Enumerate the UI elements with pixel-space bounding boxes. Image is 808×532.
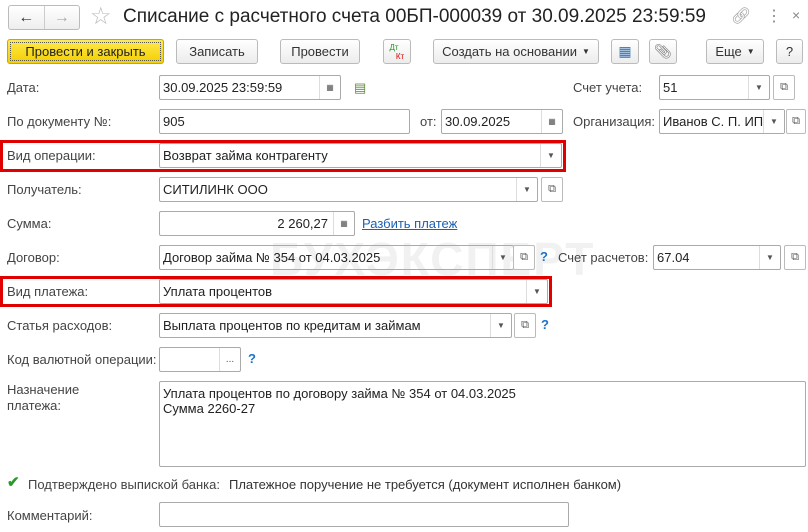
chevron-down-icon[interactable]: ▼ bbox=[526, 280, 547, 303]
org-value: Иванов С. П. ИП bbox=[663, 114, 764, 129]
calendar-icon[interactable]: ▦ bbox=[319, 76, 340, 99]
select-button[interactable]: ... bbox=[219, 348, 240, 371]
confirmed-text: Платежное поручение не требуется (докуме… bbox=[229, 477, 622, 492]
dt-kt-button[interactable]: Дт Кт bbox=[383, 39, 411, 64]
recipient-field[interactable]: СИТИЛИНК ООО ▼ bbox=[159, 177, 538, 202]
sum-value: 2 260,27 bbox=[277, 216, 328, 231]
expense-label: Статья расходов: bbox=[7, 318, 113, 333]
chevron-down-icon: ▼ bbox=[581, 47, 590, 56]
expense-field[interactable]: Выплата процентов по кредитам и займам ▼ bbox=[159, 313, 512, 338]
date-label: Дата: bbox=[7, 80, 40, 95]
recipient-value: СИТИЛИНК ООО bbox=[163, 182, 268, 197]
open-icon[interactable]: ⧉ bbox=[786, 109, 806, 134]
comment-label: Комментарий: bbox=[7, 508, 93, 523]
contract-field[interactable]: Договор займа № 354 от 04.03.2025 ▼ bbox=[159, 245, 514, 270]
post-and-close-button[interactable]: Провести и закрыть bbox=[7, 39, 164, 64]
chevron-down-icon[interactable]: ▼ bbox=[516, 178, 537, 201]
open-icon[interactable]: ⧉ bbox=[513, 245, 535, 270]
sum-field[interactable]: 2 260,27 ▦ bbox=[159, 211, 355, 236]
recipient-label: Получатель: bbox=[7, 182, 82, 197]
status-icon[interactable]: ▤ bbox=[354, 80, 366, 96]
link-icon[interactable]: 🔗︎ bbox=[731, 6, 751, 26]
purpose-label-2: платежа: bbox=[7, 398, 61, 413]
from-date-field[interactable]: 30.09.2025 ▦ bbox=[441, 109, 563, 134]
chevron-down-icon[interactable]: ▼ bbox=[748, 76, 769, 99]
paytype-select[interactable]: Уплата процентов ▼ bbox=[159, 279, 548, 304]
date-field[interactable]: 30.09.2025 23:59:59 ▦ bbox=[159, 75, 341, 100]
purpose-line: Уплата процентов по договору займа № 354… bbox=[163, 386, 516, 401]
more-icon[interactable]: ⋮ bbox=[766, 6, 782, 26]
account-label: Счет учета: bbox=[573, 80, 643, 95]
account-field[interactable]: 51 ▼ bbox=[659, 75, 770, 100]
open-icon[interactable]: ⧉ bbox=[541, 177, 563, 202]
structure-icon[interactable]: ▦ bbox=[611, 39, 639, 64]
contract-label: Договор: bbox=[7, 250, 60, 265]
split-payment-link[interactable]: Разбить платеж bbox=[362, 216, 457, 231]
docnum-field[interactable]: 905 bbox=[159, 109, 410, 134]
help-icon[interactable]: ? bbox=[248, 351, 256, 366]
dt-label: Дт bbox=[389, 42, 399, 52]
calculator-icon[interactable]: ▦ bbox=[333, 212, 354, 235]
chevron-down-icon[interactable]: ▼ bbox=[540, 144, 561, 167]
chevron-down-icon[interactable]: ▼ bbox=[759, 246, 780, 269]
op-select[interactable]: Возврат займа контрагенту ▼ bbox=[159, 143, 562, 168]
open-icon[interactable]: ⧉ bbox=[784, 245, 806, 270]
open-icon[interactable]: ⧉ bbox=[773, 75, 795, 100]
nav-buttons: ← → bbox=[8, 5, 80, 30]
docnum-label: По документу №: bbox=[7, 114, 112, 129]
account-value: 51 bbox=[663, 80, 678, 95]
forward-button[interactable]: → bbox=[45, 6, 80, 29]
contract-value: Договор займа № 354 от 04.03.2025 bbox=[163, 250, 381, 265]
help-icon[interactable]: ? bbox=[540, 249, 548, 264]
chevron-down-icon: ▼ bbox=[746, 47, 755, 56]
calendar-icon[interactable]: ▦ bbox=[541, 110, 562, 133]
comment-field[interactable] bbox=[159, 502, 569, 527]
star-icon[interactable]: ☆ bbox=[90, 2, 112, 31]
create-based-button[interactable]: Создать на основании ▼ bbox=[433, 39, 599, 64]
help-button[interactable]: ? bbox=[776, 39, 803, 64]
settle-label: Счет расчетов: bbox=[558, 250, 649, 265]
sum-label: Сумма: bbox=[7, 216, 52, 231]
op-value: Возврат займа контрагенту bbox=[163, 148, 328, 163]
from-date-value: 30.09.2025 bbox=[445, 114, 511, 129]
kt-label: Кт bbox=[395, 51, 405, 61]
open-icon[interactable]: ⧉ bbox=[514, 313, 536, 338]
purpose-textarea[interactable]: Уплата процентов по договору займа № 354… bbox=[159, 381, 806, 467]
confirmed-checkbox[interactable]: ✔ bbox=[7, 475, 21, 490]
close-icon[interactable]: × bbox=[792, 7, 800, 23]
currency-field[interactable]: ... bbox=[159, 347, 241, 372]
create-based-label: Создать на основании bbox=[442, 44, 577, 59]
settle-value: 67.04 bbox=[657, 250, 690, 265]
chevron-down-icon[interactable]: ▼ bbox=[763, 110, 784, 133]
chevron-down-icon[interactable]: ▼ bbox=[490, 314, 511, 337]
more-label: Еще bbox=[715, 44, 742, 59]
more-button[interactable]: Еще ▼ bbox=[706, 39, 764, 64]
post-button[interactable]: Провести bbox=[280, 39, 360, 64]
confirmed-label: Подтверждено выпиской банка: bbox=[28, 477, 220, 492]
settle-field[interactable]: 67.04 ▼ bbox=[653, 245, 781, 270]
from-label: от: bbox=[420, 114, 437, 129]
purpose-label: Назначение bbox=[7, 382, 80, 397]
purpose-line: Сумма 2260-27 bbox=[163, 401, 256, 416]
paytype-label: Вид платежа: bbox=[7, 284, 89, 299]
help-icon[interactable]: ? bbox=[541, 317, 549, 332]
org-label: Организация: bbox=[573, 114, 656, 129]
page-title: Списание с расчетного счета 00БП-000039 … bbox=[123, 6, 706, 27]
expense-value: Выплата процентов по кредитам и займам bbox=[163, 318, 421, 333]
save-button[interactable]: Записать bbox=[176, 39, 258, 64]
op-label: Вид операции: bbox=[7, 148, 96, 163]
date-value: 30.09.2025 23:59:59 bbox=[163, 80, 283, 95]
currency-label: Код валютной операции: bbox=[7, 352, 157, 367]
attachment-icon[interactable]: 📎︎ bbox=[649, 39, 677, 64]
paytype-value: Уплата процентов bbox=[163, 284, 273, 299]
back-button[interactable]: ← bbox=[9, 6, 45, 29]
chevron-down-icon[interactable]: ▼ bbox=[492, 246, 513, 269]
org-field[interactable]: Иванов С. П. ИП ▼ bbox=[659, 109, 785, 134]
